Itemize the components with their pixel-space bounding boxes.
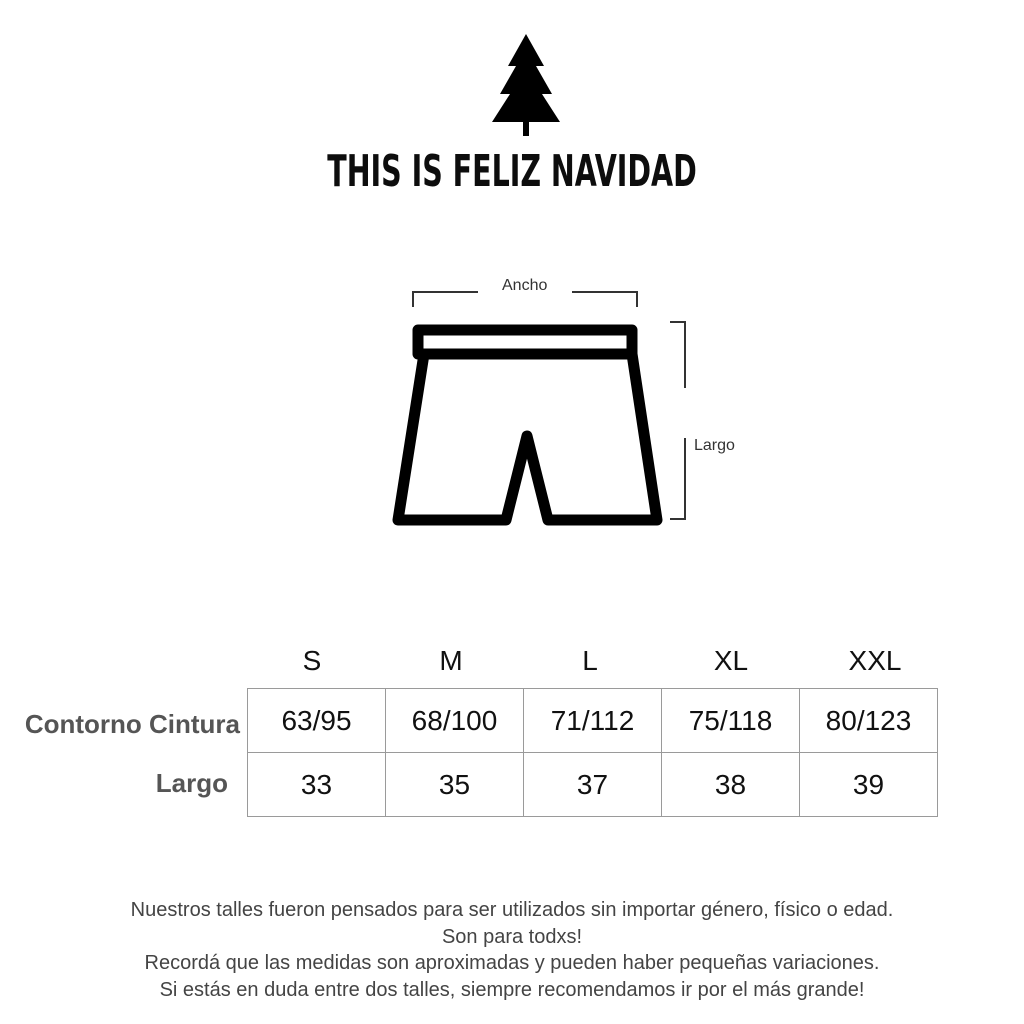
table-cell: 39 bbox=[799, 752, 938, 817]
table-cell: 37 bbox=[523, 752, 662, 817]
note-line: Recordá que las medidas son aproximadas … bbox=[144, 952, 880, 974]
size-notes: Nuestros talles fueron pensados para ser… bbox=[0, 897, 1024, 1003]
row-label-largo: Largo bbox=[155, 768, 228, 798]
brand-title: THIS IS FELIZ NAVIDAD bbox=[327, 146, 697, 197]
table-cell: 33 bbox=[247, 752, 386, 817]
length-label: Largo bbox=[694, 437, 735, 454]
table-cell: 71/112 bbox=[523, 688, 662, 753]
note-line: Son para todxs! bbox=[441, 925, 583, 948]
table-cell: 38 bbox=[661, 752, 800, 817]
shorts-diagram: Ancho Largo bbox=[380, 270, 760, 540]
note-line: Nuestros talles fueron pensados para ser… bbox=[130, 899, 894, 921]
table-cell: 63/95 bbox=[247, 688, 386, 753]
table-cell: 68/100 bbox=[385, 688, 524, 753]
shorts-icon bbox=[392, 291, 686, 526]
size-header-xl: XL bbox=[713, 645, 749, 676]
size-header-s: S bbox=[302, 645, 322, 676]
table-cell: 35 bbox=[385, 752, 524, 817]
table-row: 33 35 37 38 39 bbox=[247, 752, 938, 817]
width-label: Ancho bbox=[502, 277, 548, 294]
row-label-contorno-cintura: Contorno Cintura bbox=[24, 709, 240, 739]
note-line: Si estás en duda entre dos talles, siemp… bbox=[159, 978, 865, 1001]
table-cell: 80/123 bbox=[799, 688, 938, 753]
size-header-xxl: XXL bbox=[848, 645, 902, 676]
size-header-m: M bbox=[439, 645, 463, 676]
table-row: 63/95 68/100 71/112 75/118 80/123 bbox=[247, 688, 938, 753]
size-header-l: L bbox=[582, 645, 598, 676]
pine-tree-icon bbox=[492, 34, 560, 136]
table-cell: 75/118 bbox=[661, 688, 800, 753]
size-table: 63/95 68/100 71/112 75/118 80/123 33 35 … bbox=[247, 688, 938, 817]
